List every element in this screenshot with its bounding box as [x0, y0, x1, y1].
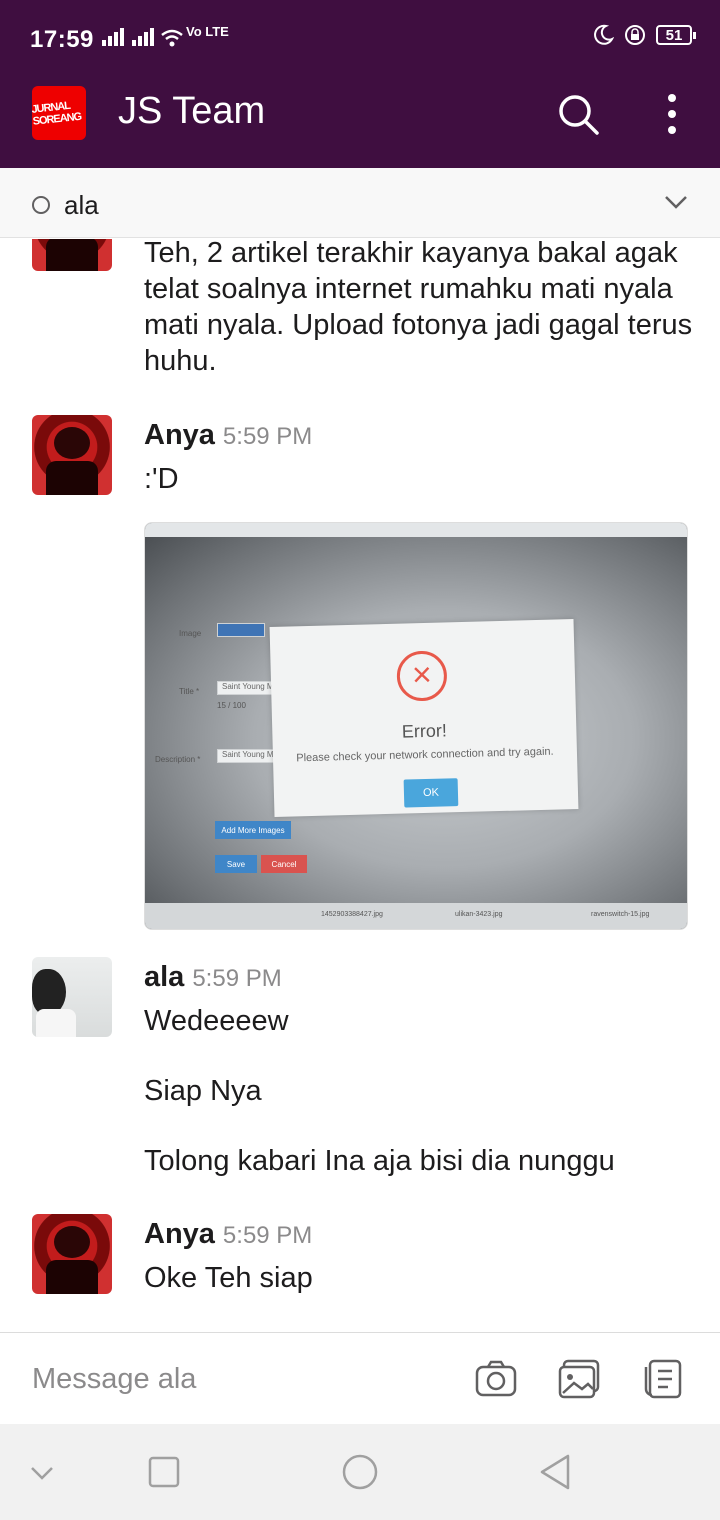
message-text: :'D: [144, 463, 179, 495]
message-sender[interactable]: Anya 5:59 PM: [144, 1218, 312, 1251]
avatar[interactable]: [32, 415, 112, 495]
recents-icon[interactable]: [144, 1452, 184, 1492]
form-label-image: Image: [179, 629, 202, 638]
camera-icon[interactable]: [474, 1357, 518, 1401]
channel-header[interactable]: ala: [0, 168, 720, 238]
chevron-down-icon[interactable]: [664, 194, 688, 210]
ok-button: OK: [403, 778, 459, 808]
form-counter: 15 / 100: [217, 701, 246, 710]
message-composer: Message ala: [0, 1332, 720, 1424]
form-label-description: Description *: [155, 755, 201, 764]
presence-icon: [32, 196, 50, 214]
form-label-title: Title *: [179, 687, 200, 696]
moon-icon: [594, 24, 614, 45]
download-item: ravenswitch-15.jpg: [591, 911, 650, 918]
network-type: Vo LTE: [186, 24, 229, 39]
chevron-down-icon[interactable]: [22, 1452, 62, 1492]
image-field: [217, 623, 265, 637]
workspace-title[interactable]: JS Team: [118, 90, 265, 133]
avatar[interactable]: [32, 957, 112, 1037]
message-text: Teh, 2 artikel terakhir kayanya bakal ag…: [144, 239, 693, 377]
avatar[interactable]: [32, 239, 112, 271]
error-message: Please check your network connection and…: [296, 745, 554, 765]
message-sender[interactable]: Anya 5:59 PM: [144, 419, 312, 452]
download-item: ulikan-3423.jpg: [455, 911, 503, 918]
sender-name: ala: [144, 961, 185, 993]
workspace-logo[interactable]: JURNAL SOREANG: [32, 86, 86, 140]
message-text: Wedeeeew: [144, 1005, 289, 1037]
add-more-images-button: Add More Images: [215, 821, 291, 839]
save-button: Save: [215, 855, 257, 873]
error-dialog: × Error! Please check your network conne…: [269, 619, 579, 817]
more-vert-icon[interactable]: [662, 92, 682, 136]
status-bar: 17:59 Vo LTE 51: [0, 0, 720, 56]
files-icon[interactable]: [640, 1357, 684, 1401]
wifi-icon: [161, 29, 183, 47]
sender-name: Anya: [144, 1218, 215, 1250]
signal-icon: [102, 28, 124, 46]
message-list[interactable]: Teh, 2 artikel terakhir kayanya bakal ag…: [0, 239, 720, 1332]
cancel-button: Cancel: [261, 855, 307, 873]
message-sender[interactable]: ala 5:59 PM: [144, 961, 282, 994]
logo-text: JURNAL SOREANG: [32, 99, 82, 128]
message-input[interactable]: Message ala: [32, 1363, 196, 1396]
download-item: 1452903388427.jpg: [321, 911, 383, 918]
sender-name: Anya: [144, 419, 215, 451]
system-nav-bar: [0, 1424, 720, 1520]
message-text: Siap Nya: [144, 1075, 262, 1107]
message-timestamp: 5:59 PM: [222, 423, 313, 450]
home-icon[interactable]: [340, 1452, 380, 1492]
message-text: Tolong kabari Ina aja bisi dia nunggu: [144, 1145, 615, 1177]
search-icon[interactable]: [556, 92, 600, 136]
channel-name: ala: [64, 190, 99, 220]
back-icon[interactable]: [536, 1452, 576, 1492]
error-icon: ×: [396, 650, 448, 702]
app-bar: JURNAL SOREANG JS Team: [0, 56, 720, 168]
avatar[interactable]: [32, 1214, 112, 1294]
lock-rotation-icon: [625, 25, 645, 45]
message-timestamp: 5:59 PM: [222, 1222, 313, 1249]
signal-icon-2: [132, 28, 154, 46]
status-time: 17:59: [30, 26, 94, 53]
error-title: Error!: [401, 720, 448, 742]
message-text: Oke Teh siap: [144, 1262, 313, 1294]
message-timestamp: 5:59 PM: [192, 965, 282, 992]
battery-indicator: 51: [656, 25, 696, 45]
image-attachment[interactable]: Image Title * Saint Young M 15 / 100 Des…: [144, 522, 688, 930]
gallery-icon[interactable]: [558, 1357, 602, 1401]
url-strip: [145, 523, 687, 537]
